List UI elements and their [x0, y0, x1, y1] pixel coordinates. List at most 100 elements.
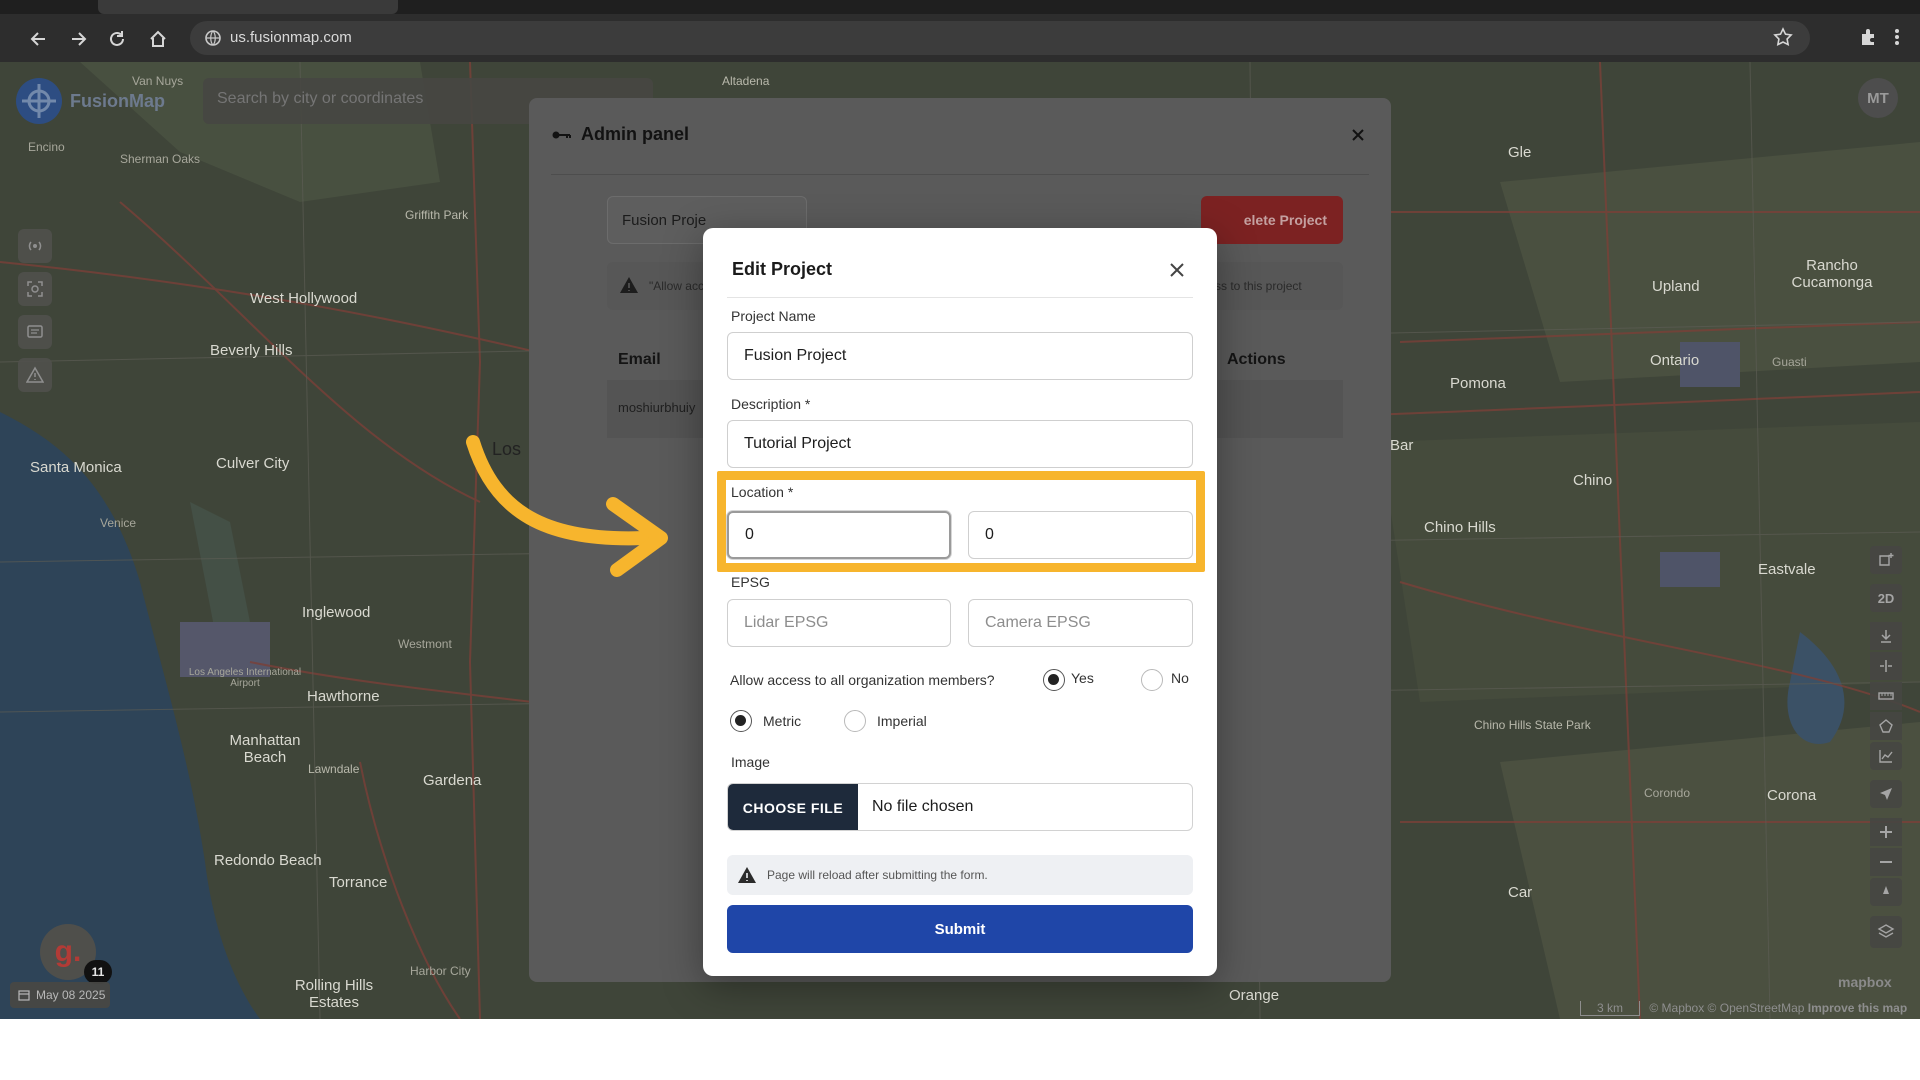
layers-icon[interactable]	[1870, 916, 1902, 948]
reload-alert: Page will reload after submitting the fo…	[727, 855, 1193, 895]
forward-icon[interactable]	[65, 26, 91, 52]
unit-metric-radio[interactable]	[730, 710, 752, 732]
edit-project-modal: Edit Project Project Name Description * …	[703, 228, 1217, 976]
compass-icon[interactable]	[1870, 878, 1902, 906]
avatar[interactable]: MT	[1858, 78, 1898, 118]
address-bar[interactable]: us.fusionmap.com	[190, 21, 1810, 55]
column-header-actions: Actions	[1227, 351, 1286, 368]
map-label: West Hollywood	[250, 290, 358, 307]
map-label: Rolling Hills Estates	[294, 977, 374, 1011]
access-no-label[interactable]: No	[1171, 670, 1189, 686]
zoom-out-icon[interactable]	[1870, 848, 1902, 876]
message-icon[interactable]	[18, 315, 52, 349]
screen: us.fusionmap.com Van Nuys Altadena Encin…	[0, 0, 1920, 1019]
map-attribution: 3 km © Mapbox © OpenStreetMap Improve th…	[1580, 1001, 1907, 1016]
map-label: Harbor City	[410, 964, 471, 978]
mapbox-logo[interactable]: mapbox	[1838, 974, 1892, 990]
epsg-label: EPSG	[731, 574, 770, 590]
file-status-text: No file chosen	[872, 798, 974, 815]
map-label: Pomona	[1450, 375, 1506, 392]
left-toolbar	[18, 229, 52, 401]
map-label: Hawthorne	[307, 688, 380, 705]
reload-alert-text: Page will reload after submitting the fo…	[767, 868, 988, 882]
right-toolbar: 2D	[1870, 546, 1902, 958]
home-icon[interactable]	[145, 26, 171, 52]
project-name-input[interactable]	[727, 332, 1193, 380]
access-yes-radio[interactable]	[1043, 669, 1065, 691]
scan-icon[interactable]	[18, 272, 52, 306]
map-label: Chino Hills	[1424, 519, 1496, 536]
chart-icon[interactable]	[1870, 742, 1902, 770]
warning-icon	[619, 275, 639, 295]
divider	[727, 297, 1193, 298]
map-label: Manhattan Beach	[229, 732, 301, 766]
location-highlight-box	[717, 471, 1205, 572]
close-icon[interactable]	[1165, 258, 1189, 282]
browser-toolbar: us.fusionmap.com	[0, 14, 1920, 62]
improve-map-link[interactable]: Improve this map	[1808, 1001, 1907, 1015]
column-header-email: Email	[618, 351, 661, 368]
divider	[551, 174, 1369, 175]
map-label: Eastvale	[1758, 561, 1816, 578]
locate-icon[interactable]	[1870, 780, 1902, 808]
browser-tab-active[interactable]	[98, 0, 398, 14]
image-file-input[interactable]: CHOOSE FILE No file chosen	[727, 783, 1193, 831]
map-label: Corona	[1767, 787, 1817, 804]
map-label: Culver City	[216, 455, 290, 472]
map-label: Altadena	[722, 74, 770, 88]
zoom-in-icon[interactable]	[1870, 818, 1902, 846]
note-text-right: ss to this project	[1215, 279, 1302, 293]
address-url: us.fusionmap.com	[230, 29, 352, 46]
warning-icon[interactable]	[18, 358, 52, 392]
unit-imperial-label[interactable]: Imperial	[877, 713, 927, 729]
note-text-left: "Allow acc	[649, 279, 704, 293]
map-label: Griffith Park	[405, 208, 469, 222]
ruler-icon[interactable]	[1870, 682, 1902, 710]
back-icon[interactable]	[26, 26, 52, 52]
site-info-icon[interactable]	[204, 29, 222, 47]
browser-menu-icon[interactable]	[1892, 26, 1916, 50]
choose-file-button[interactable]: CHOOSE FILE	[728, 784, 858, 830]
access-no-radio[interactable]	[1141, 669, 1163, 691]
map-label: Inglewood	[302, 604, 371, 621]
view-mode-toggle[interactable]: 2D	[1870, 584, 1902, 612]
delete-project-button[interactable]: elete Project	[1201, 196, 1343, 244]
submit-button[interactable]: Submit	[727, 905, 1193, 953]
extensions-icon[interactable]	[1858, 26, 1882, 50]
brand[interactable]: FusionMap	[16, 78, 165, 124]
map-label: Beverly Hills	[210, 342, 293, 359]
admin-panel-title: Admin panel	[581, 124, 690, 144]
map-canvas[interactable]: Van Nuys Altadena Encino Sherman Oaks Gr…	[0, 62, 1920, 1019]
description-input[interactable]	[727, 420, 1193, 468]
brand-name: FusionMap	[70, 90, 165, 111]
map-label: Encino	[28, 140, 65, 154]
map-label: Torrance	[329, 874, 388, 891]
split-icon[interactable]	[1870, 652, 1902, 680]
fusionmap-logo-icon	[16, 78, 62, 124]
unit-metric-label[interactable]: Metric	[763, 713, 801, 729]
calendar-icon	[18, 990, 30, 1001]
polygon-icon[interactable]	[1870, 712, 1902, 740]
map-label: Chino Hills State Park	[1474, 718, 1591, 732]
admin-close-icon[interactable]	[1347, 124, 1369, 146]
download-icon[interactable]	[1870, 622, 1902, 650]
date-chip[interactable]: May 08 2025	[10, 982, 110, 1008]
map-label: Upland	[1652, 278, 1700, 295]
map-label: Orange	[1229, 987, 1280, 1004]
admin-panel-header: Admin panel	[551, 124, 689, 145]
bookmark-star-icon[interactable]	[1772, 26, 1796, 50]
browser-tabstrip	[0, 0, 1920, 14]
access-question: Allow access to all organization members…	[730, 672, 995, 688]
layer-add-icon[interactable]	[1870, 546, 1902, 574]
project-name-label: Project Name	[731, 308, 816, 324]
camera-epsg-input[interactable]	[968, 599, 1193, 647]
map-label: Lawndale	[308, 762, 360, 776]
map-label: Gardena	[423, 772, 482, 789]
attribution-text[interactable]: © Mapbox © OpenStreetMap	[1649, 1001, 1804, 1015]
reload-icon[interactable]	[104, 26, 130, 52]
broadcast-icon[interactable]	[18, 229, 52, 263]
map-label: Guasti	[1772, 355, 1807, 369]
unit-imperial-radio[interactable]	[844, 710, 866, 732]
lidar-epsg-input[interactable]	[727, 599, 951, 647]
access-yes-label[interactable]: Yes	[1071, 670, 1094, 686]
